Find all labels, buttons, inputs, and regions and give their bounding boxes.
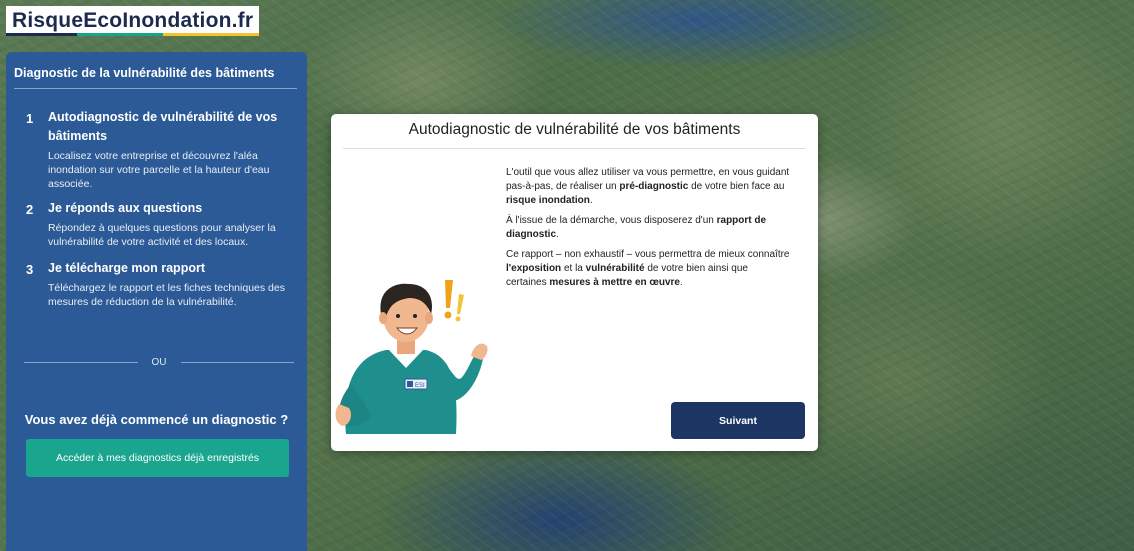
- text-segment: À l'issue de la démarche, vous disposere…: [506, 215, 717, 226]
- character-illustration: ESI: [335, 280, 488, 434]
- step-description: Localisez votre entreprise et découvrez …: [48, 150, 270, 190]
- separator-label: OU: [151, 356, 167, 368]
- step-number: 2: [26, 202, 34, 217]
- modal-title: Autodiagnostic de vulnérabilité de vos b…: [408, 121, 741, 138]
- separator-line: [180, 361, 294, 363]
- bold-text: vulnérabilité: [585, 263, 645, 274]
- bold-text: pré-diagnostic: [619, 181, 689, 192]
- access-saved-diagnostics-button[interactable]: Accéder à mes diagnostics déjà enregistr…: [26, 439, 289, 477]
- step-number: 1: [26, 111, 34, 126]
- step-title: Autodiagnostic de vulnérabilité de vos b…: [48, 110, 278, 143]
- step-title: Je réponds aux questions: [48, 201, 203, 215]
- site-logo[interactable]: RisqueEcoInondation.fr: [6, 6, 260, 36]
- step-description: Répondez à quelques questions pour analy…: [48, 222, 276, 248]
- logo-color-bar: [6, 33, 260, 36]
- bold-text: mesures à mettre en œuvre: [549, 277, 680, 288]
- report-paragraph: À l'issue de la démarche, vous disposere…: [506, 214, 790, 242]
- existing-diagnostic-question: Vous avez déjà commencé un diagnostic ?: [24, 412, 289, 427]
- step-number: 3: [26, 262, 34, 277]
- sidebar-title: Diagnostic de la vulnérabilité des bâtim…: [14, 66, 275, 80]
- separator-line: [24, 361, 138, 363]
- logo-text: RisqueEcoInondation.fr: [12, 9, 254, 32]
- step-title: Je télécharge mon rapport: [48, 261, 205, 275]
- bold-text: risque inondation: [506, 195, 590, 206]
- next-button[interactable]: Suivant: [671, 402, 805, 439]
- sidebar-panel: Diagnostic de la vulnérabilité des bâtim…: [6, 52, 307, 551]
- intro-modal: Autodiagnostic de vulnérabilité de vos b…: [331, 114, 818, 451]
- sidebar-divider: [14, 88, 297, 89]
- details-paragraph: Ce rapport – non exhaustif – vous permet…: [506, 248, 790, 290]
- modal-divider: [343, 148, 806, 149]
- text-segment: .: [679, 277, 683, 288]
- text-segment: .: [589, 195, 593, 206]
- modal-body-text: L'outil que vous allez utiliser va vous …: [506, 166, 790, 296]
- bold-text: l'exposition: [506, 263, 562, 274]
- text-segment: Ce rapport – non exhaustif – vous permet…: [506, 249, 790, 260]
- text-segment: et la: [561, 263, 586, 274]
- or-separator: OU: [24, 356, 294, 368]
- text-segment: .: [556, 229, 559, 240]
- badge-text: ESI: [415, 383, 425, 389]
- intro-paragraph: L'outil que vous allez utiliser va vous …: [506, 166, 790, 208]
- step-description: Téléchargez le rapport et les fiches tec…: [48, 282, 285, 308]
- text-segment: de votre bien face au: [688, 181, 785, 192]
